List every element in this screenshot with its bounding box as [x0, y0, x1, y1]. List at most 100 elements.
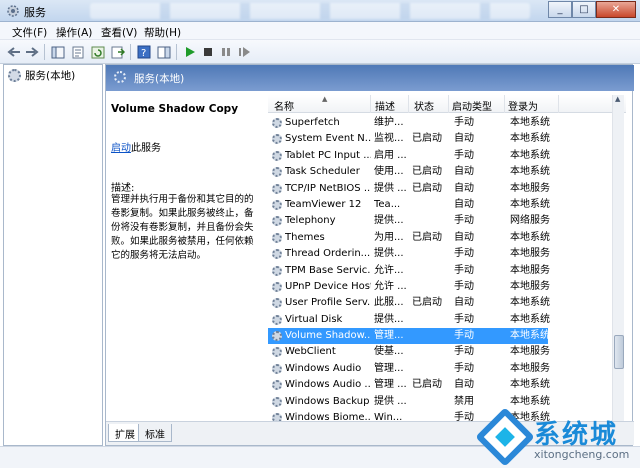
- table-row[interactable]: Telephony 提供... 手动 网络服务: [268, 213, 550, 229]
- export-list-icon[interactable]: [110, 44, 126, 60]
- service-name-cell: TCP/IP NetBIOS ...: [285, 182, 371, 194]
- table-row[interactable]: Task Scheduler 使用... 已启动 自动 本地系统: [268, 164, 550, 180]
- service-description-cell: 此服...: [374, 297, 404, 309]
- menu-file[interactable]: 文件(F): [12, 25, 47, 40]
- service-name-cell: Telephony: [285, 215, 336, 227]
- toolbar: ?: [0, 40, 640, 64]
- column-log-on-as[interactable]: 登录为: [508, 98, 538, 113]
- tree-item-label: 服务(本地): [25, 70, 76, 82]
- column-name[interactable]: 名称: [274, 98, 294, 113]
- scroll-up-icon[interactable]: ▲: [615, 95, 620, 103]
- service-startup-cell: 手动: [454, 248, 474, 260]
- service-startup-cell: 自动: [454, 133, 474, 145]
- table-row[interactable]: WebClient 使基... 手动 本地服务: [268, 344, 550, 360]
- close-button[interactable]: ✕: [596, 1, 636, 18]
- service-status-cell: 已启动: [412, 182, 442, 194]
- service-name-cell: User Profile Serv...: [285, 297, 371, 309]
- sort-ascending-icon: ▲: [322, 95, 328, 103]
- service-name-cell: Windows Audio: [285, 362, 362, 374]
- service-gear-icon: [272, 347, 282, 358]
- table-row[interactable]: UPnP Device Host 允许 ... 手动 本地服务: [268, 279, 550, 295]
- service-name-cell: UPnP Device Host: [285, 280, 371, 292]
- service-startup-cell: 自动: [454, 198, 474, 210]
- menu-action[interactable]: 操作(A): [56, 25, 92, 40]
- table-row[interactable]: TCP/IP NetBIOS ... 提供 ... 已启动 自动 本地服务: [268, 181, 550, 197]
- show-hide-action-pane-icon[interactable]: [156, 44, 172, 60]
- service-description-cell: 维护...: [374, 117, 404, 128]
- table-row[interactable]: Windows Audio 管理... 手动 本地服务: [268, 361, 550, 377]
- table-row[interactable]: TeamViewer 12 Tea... 自动 本地系统: [268, 197, 550, 213]
- properties-icon[interactable]: [70, 44, 86, 60]
- menu-help[interactable]: 帮助(H): [144, 25, 181, 40]
- tab-standard[interactable]: 标准: [138, 424, 172, 442]
- table-row[interactable]: Superfetch 维护... 手动 本地系统: [268, 115, 550, 131]
- service-name-cell: Volume Shadow...: [285, 330, 371, 342]
- start-service-icon[interactable]: [182, 44, 198, 60]
- service-name: Volume Shadow Copy: [111, 103, 239, 115]
- table-row[interactable]: Themes 为用... 已启动 自动 本地系统: [268, 230, 550, 246]
- service-startup-cell: 手动: [454, 149, 474, 161]
- service-name-cell: WebClient: [285, 346, 336, 358]
- service-description-cell: 监视...: [374, 133, 404, 145]
- tree-item-services-local[interactable]: 服务(本地): [8, 68, 75, 83]
- svg-text:?: ?: [141, 48, 146, 59]
- column-status[interactable]: 状态: [414, 98, 434, 113]
- service-name-cell: TPM Base Servic...: [285, 264, 371, 276]
- table-row[interactable]: Volume Shadow... 管理... 手动 本地系统: [268, 328, 550, 345]
- stop-service-icon[interactable]: [200, 44, 216, 60]
- table-row[interactable]: TPM Base Servic... 允许... 手动 本地服务: [268, 263, 550, 279]
- table-row[interactable]: Tablet PC Input ... 启用 ... 手动 本地系统: [268, 148, 550, 164]
- pause-service-icon[interactable]: [218, 44, 234, 60]
- table-row[interactable]: System Event N... 监视... 已启动 自动 本地系统: [268, 131, 550, 147]
- service-startup-cell: 手动: [454, 362, 474, 374]
- column-description[interactable]: 描述: [375, 98, 395, 113]
- pane-header: 服务(本地): [106, 65, 634, 91]
- table-row[interactable]: User Profile Serv... 此服... 已启动 自动 本地系统: [268, 295, 550, 311]
- service-rows: Superfetch 维护... 手动 本地系统 System Event N... 监视…: [268, 115, 626, 421]
- back-icon[interactable]: [6, 44, 22, 60]
- refresh-icon[interactable]: [90, 44, 106, 60]
- table-row[interactable]: Virtual Disk 提供... 手动 本地系统: [268, 312, 550, 328]
- forward-icon[interactable]: [24, 44, 40, 60]
- console-tree-icon[interactable]: [50, 44, 66, 60]
- service-name-cell: Windows Backup: [285, 395, 370, 407]
- tab-extended[interactable]: 扩展: [108, 424, 142, 442]
- service-startup-cell: 自动: [454, 231, 474, 243]
- help-icon[interactable]: ?: [136, 44, 152, 60]
- service-startup-cell: 手动: [454, 280, 474, 292]
- restart-service-icon[interactable]: [236, 44, 252, 60]
- minimize-button[interactable]: _: [548, 1, 572, 18]
- service-gear-icon: [272, 265, 282, 276]
- vertical-scrollbar[interactable]: ▲: [612, 95, 624, 421]
- maximize-button[interactable]: □: [572, 1, 596, 18]
- scroll-thumb[interactable]: [614, 335, 624, 369]
- service-gear-icon: [272, 183, 282, 194]
- service-description-cell: 提供...: [374, 248, 404, 260]
- service-description-cell: 启用 ...: [374, 149, 407, 161]
- service-logon-cell: 本地系统: [510, 198, 550, 210]
- table-row[interactable]: Windows Backup 提供 ... 禁用 本地系统: [268, 394, 550, 410]
- service-name-cell: Virtual Disk: [285, 313, 343, 325]
- service-description-cell: 使基...: [374, 346, 404, 358]
- start-service-link-line: 启动此服务: [111, 139, 161, 154]
- service-logon-cell: 本地系统: [510, 395, 550, 407]
- service-status-cell: 已启动: [412, 133, 442, 145]
- menu-view[interactable]: 查看(V): [101, 25, 137, 40]
- service-name-cell: Tablet PC Input ...: [285, 149, 371, 161]
- table-row[interactable]: Thread Orderin... 提供... 手动 本地服务: [268, 246, 550, 262]
- service-description-cell: 提供...: [374, 215, 404, 227]
- start-service-link[interactable]: 启动: [111, 143, 131, 154]
- table-row[interactable]: Windows Audio ... 管理 ... 已启动 自动 本地系统: [268, 377, 550, 393]
- watermark-brand: 系统城: [534, 420, 619, 450]
- service-status-cell: 已启动: [412, 379, 442, 391]
- service-startup-cell: 手动: [454, 346, 474, 358]
- service-logon-cell: 本地系统: [510, 166, 550, 178]
- gear-icon: [8, 69, 21, 82]
- services-pane: 服务(本地) Volume Shadow Copy 启动此服务 描述: 管理并执…: [105, 64, 634, 446]
- service-description-cell: 提供 ...: [374, 182, 407, 194]
- column-startup-type[interactable]: 启动类型: [452, 98, 492, 113]
- service-description-cell: 管理...: [374, 330, 404, 342]
- description-label: 描述:: [111, 183, 135, 194]
- service-description-cell: Tea...: [374, 198, 401, 210]
- watermark-logo-icon: [475, 407, 535, 467]
